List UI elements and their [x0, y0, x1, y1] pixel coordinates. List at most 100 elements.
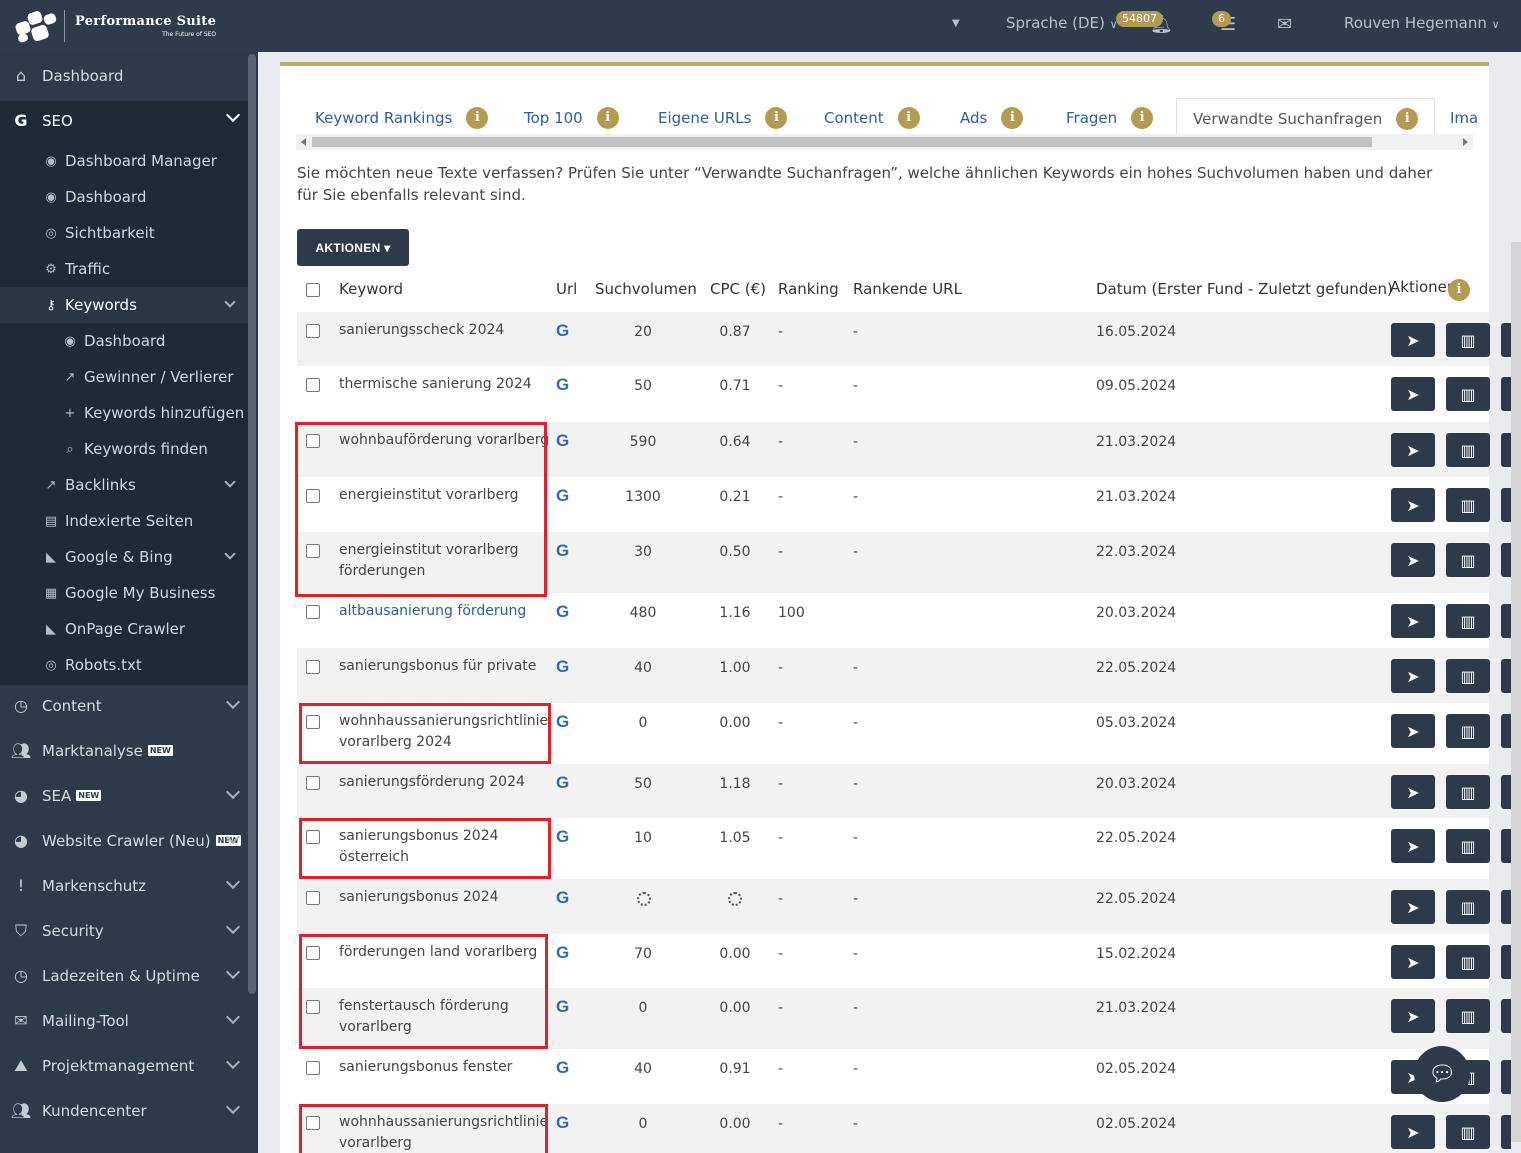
google-g-icon[interactable]: G: [556, 321, 569, 341]
send-action-button[interactable]: ➤: [1391, 433, 1435, 467]
more-action-button[interactable]: [1501, 488, 1511, 522]
google-g-icon[interactable]: G: [556, 541, 569, 561]
sidebar-item-google-my-business[interactable]: ▦ Google My Business: [0, 575, 248, 611]
more-action-button[interactable]: [1501, 659, 1511, 693]
sidebar-item-markenschutz[interactable]: ! Markenschutz: [0, 863, 248, 908]
google-g-icon[interactable]: G: [556, 431, 569, 451]
row-checkbox[interactable]: [306, 776, 320, 790]
send-action-button[interactable]: ➤: [1391, 604, 1435, 638]
send-action-button[interactable]: ➤: [1391, 829, 1435, 863]
sidebar-item-website-crawler[interactable]: ◕ Website Crawler (Neu) NEW: [0, 818, 248, 863]
send-action-button[interactable]: ➤: [1391, 543, 1435, 577]
more-action-button[interactable]: [1501, 377, 1511, 411]
sidebar-item-keywords[interactable]: ⚷ Keywords: [0, 287, 248, 323]
more-action-button[interactable]: [1501, 714, 1511, 748]
sidebar-item-keywords-dashboard[interactable]: ◉ Dashboard: [0, 323, 248, 359]
scroll-left-icon[interactable]: [301, 138, 306, 146]
more-action-button[interactable]: [1501, 1115, 1511, 1149]
google-g-icon[interactable]: G: [556, 1058, 569, 1078]
book-action-button[interactable]: ▥: [1446, 488, 1490, 522]
sidebar-item-keywords-finden[interactable]: ⌕ Keywords finden: [0, 431, 248, 467]
info-icon[interactable]: i: [765, 107, 788, 129]
book-action-button[interactable]: ▥: [1446, 714, 1490, 748]
language-select[interactable]: Sprache (DE) ∨: [1006, 14, 1118, 32]
tab-verwandte-suchanfragen[interactable]: Verwandte Suchanfragen i: [1176, 98, 1436, 138]
tab-top-100[interactable]: Top 100 i: [524, 100, 619, 136]
google-g-icon[interactable]: G: [556, 1113, 569, 1133]
book-action-button[interactable]: ▥: [1446, 659, 1490, 693]
more-action-button[interactable]: [1501, 323, 1511, 357]
sidebar-scrollbar[interactable]: [248, 54, 256, 994]
book-action-button[interactable]: ▥: [1446, 543, 1490, 577]
more-action-button[interactable]: [1501, 999, 1511, 1033]
sidebar-item-onpage-crawler[interactable]: ◣ OnPage Crawler: [0, 611, 248, 647]
column-header-ranking[interactable]: Ranking: [778, 280, 839, 298]
book-action-button[interactable]: ▥: [1446, 775, 1490, 809]
tab-fragen[interactable]: Fragen i: [1066, 100, 1154, 136]
info-icon[interactable]: i: [1448, 279, 1470, 301]
more-action-button[interactable]: [1501, 543, 1511, 577]
sidebar-item-backlinks[interactable]: ↗ Backlinks: [0, 467, 248, 503]
sidebar-item-kundencenter[interactable]: 👥︎ Kundencenter: [0, 1088, 248, 1133]
google-g-icon[interactable]: G: [556, 712, 569, 732]
book-action-button[interactable]: ▥: [1446, 1115, 1490, 1149]
book-action-button[interactable]: ▥: [1446, 999, 1490, 1033]
more-action-button[interactable]: [1501, 433, 1511, 467]
more-action-button[interactable]: [1501, 890, 1511, 924]
info-icon[interactable]: i: [1001, 107, 1024, 129]
info-icon[interactable]: i: [466, 107, 489, 129]
google-g-icon[interactable]: G: [556, 943, 569, 963]
sidebar-item-seo-dashboard[interactable]: ◉ Dashboard: [0, 179, 248, 215]
send-action-button[interactable]: ➤: [1391, 999, 1435, 1033]
send-action-button[interactable]: ➤: [1391, 323, 1435, 357]
info-icon[interactable]: i: [897, 107, 920, 129]
more-action-button[interactable]: [1501, 945, 1511, 979]
more-action-button[interactable]: [1501, 1060, 1511, 1094]
scroll-right-icon[interactable]: [1463, 138, 1468, 146]
sidebar-item-robots[interactable]: ◎ Robots.txt: [0, 647, 248, 683]
select-all-checkbox[interactable]: [306, 283, 320, 297]
sidebar-item-google-bing[interactable]: ◣ Google & Bing: [0, 539, 248, 575]
sidebar-item-indexierte-seiten[interactable]: ▤ Indexierte Seiten: [0, 503, 248, 539]
book-action-button[interactable]: ▥: [1446, 433, 1490, 467]
page-scrollbar[interactable]: [1511, 242, 1521, 1142]
book-action-button[interactable]: ▥: [1446, 377, 1490, 411]
sidebar-item-mailing[interactable]: ✉ Mailing-Tool: [0, 998, 248, 1043]
send-action-button[interactable]: ➤: [1391, 775, 1435, 809]
info-icon[interactable]: i: [596, 107, 619, 129]
sidebar-item-marktanalyse[interactable]: 👥︎ Marktanalyse NEW: [0, 728, 248, 773]
book-action-button[interactable]: ▥: [1446, 945, 1490, 979]
sidebar-item-keywords-hinzufuegen[interactable]: + Keywords hinzufügen: [0, 395, 248, 431]
google-g-icon[interactable]: G: [556, 888, 569, 908]
sidebar-item-projektmanagement[interactable]: ⛰ Projektmanagement: [0, 1043, 248, 1088]
sidebar-item-sea[interactable]: ◕ SEA NEW: [0, 773, 248, 818]
tab-eigene-urls[interactable]: Eigene URLs i: [658, 100, 788, 136]
more-action-button[interactable]: [1501, 604, 1511, 638]
sidebar-item-traffic[interactable]: ⚙ Traffic: [0, 251, 248, 287]
send-action-button[interactable]: ➤: [1391, 377, 1435, 411]
tab-ads[interactable]: Ads i: [960, 100, 1024, 136]
column-header-url[interactable]: Url: [556, 280, 577, 298]
book-action-button[interactable]: ▥: [1446, 323, 1490, 357]
google-g-icon[interactable]: G: [556, 375, 569, 395]
sidebar-item-content[interactable]: ◷ Content: [0, 683, 248, 728]
row-checkbox[interactable]: [306, 324, 320, 338]
sidebar-item-ladezeiten[interactable]: ◷ Ladezeiten & Uptime: [0, 953, 248, 998]
tabs-scrollbar[interactable]: [296, 134, 1473, 150]
sidebar-item-sichtbarkeit[interactable]: ◎ Sichtbarkeit: [0, 215, 248, 251]
google-g-icon[interactable]: G: [556, 773, 569, 793]
column-header-date[interactable]: Datum (Erster Fund - Zuletzt gefunden): [1096, 280, 1393, 298]
more-action-button[interactable]: [1501, 775, 1511, 809]
keyword-cell[interactable]: altbausanierung förderung: [339, 601, 526, 622]
book-action-button[interactable]: ▥: [1446, 890, 1490, 924]
row-checkbox[interactable]: [306, 660, 320, 674]
book-action-button[interactable]: ▥: [1446, 829, 1490, 863]
info-icon[interactable]: i: [1396, 107, 1419, 130]
row-checkbox[interactable]: [306, 378, 320, 392]
row-checkbox[interactable]: [306, 1061, 320, 1075]
book-action-button[interactable]: ▥: [1446, 604, 1490, 638]
caret-down-icon[interactable]: ▼: [952, 18, 960, 29]
column-header-keyword[interactable]: Keyword: [339, 280, 403, 298]
send-action-button[interactable]: ➤: [1391, 714, 1435, 748]
actions-dropdown-button[interactable]: AKTIONEN ▾: [297, 229, 409, 266]
